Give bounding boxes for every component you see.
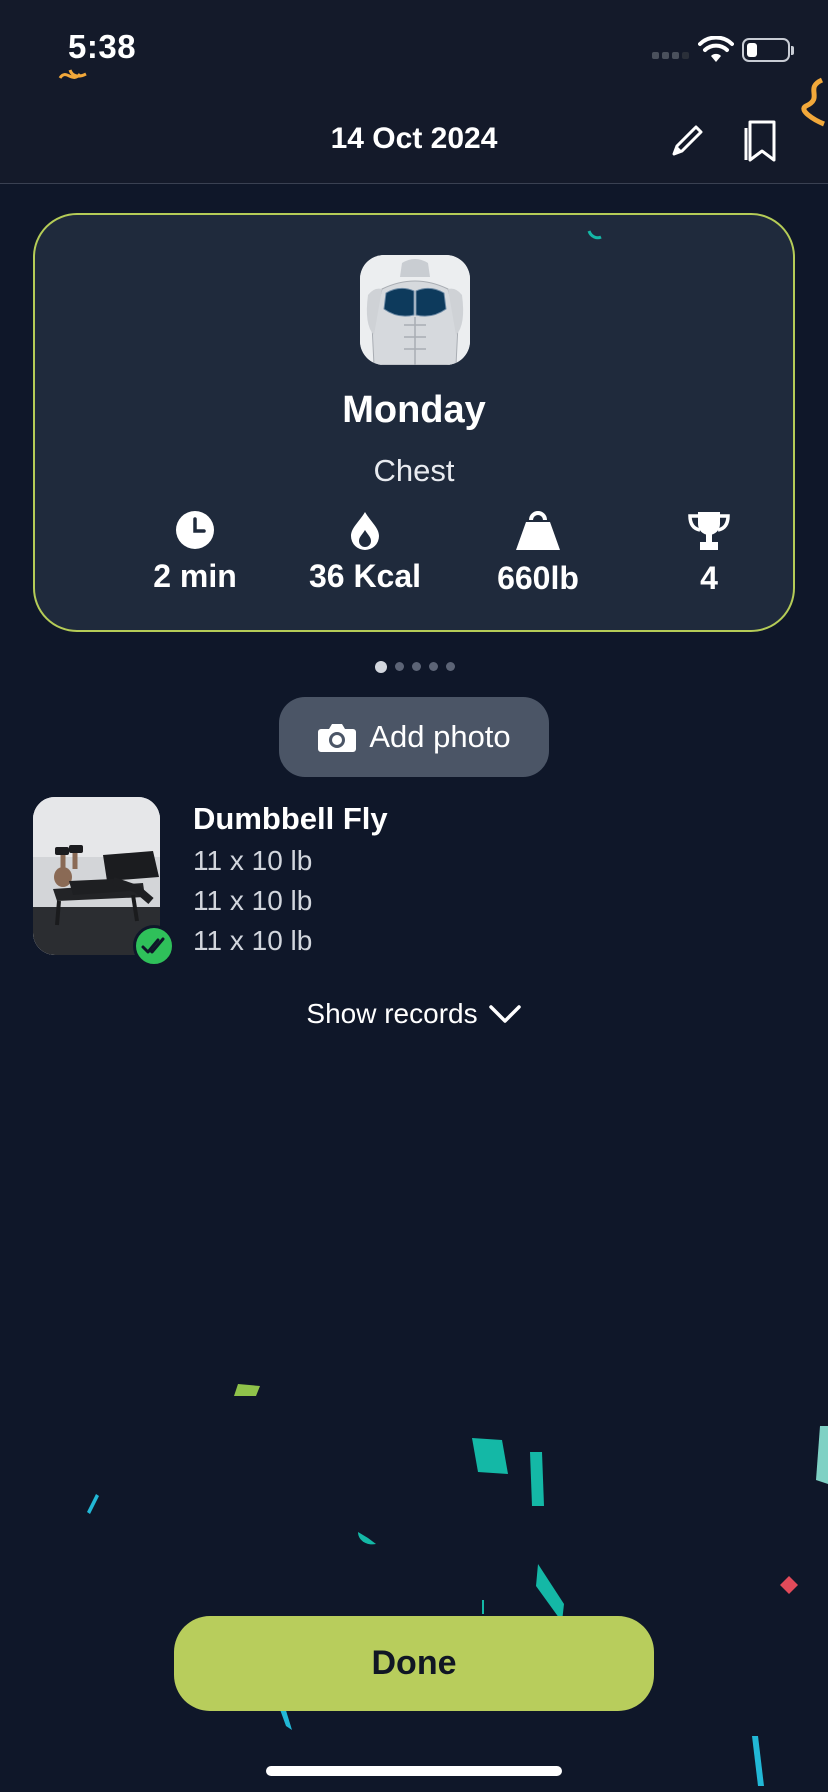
exercise-set: 11 x 10 lb [193, 885, 313, 916]
battery-icon [742, 38, 794, 62]
exercise-name: Dumbbell Fly [193, 801, 388, 836]
cellular-signal-icon [652, 52, 689, 59]
page-dot[interactable] [412, 662, 421, 671]
completed-check-icon [133, 925, 175, 967]
exercise-item[interactable]: Dumbbell Fly 11 x 10 lb 11 x 10 lb 11 x … [33, 797, 795, 967]
top-bar: 5:38 14 Oct 2024 [0, 0, 828, 184]
page-dot[interactable] [375, 661, 387, 673]
workout-summary-card: Monday Chest 2 min 36 Kcal 660lb 4 [33, 213, 795, 632]
confetti-piece [536, 1564, 564, 1622]
confetti-piece [780, 1576, 798, 1594]
confetti-piece [58, 69, 87, 79]
workout-stats: 2 min 36 Kcal 660lb 4 [105, 510, 745, 600]
page-dot[interactable] [429, 662, 438, 671]
stat-records-value: 4 [700, 560, 718, 596]
clock-icon [176, 511, 214, 549]
stat-duration-value: 2 min [153, 558, 237, 594]
exercise-set: 11 x 10 lb [193, 845, 313, 876]
stat-duration: 2 min [105, 510, 285, 595]
add-photo-label: Add photo [369, 719, 511, 754]
weight-icon [516, 511, 560, 550]
show-records-label: Show records [306, 998, 478, 1029]
page-dot[interactable] [446, 662, 455, 671]
confetti-piece [472, 1438, 508, 1474]
chest-muscle-image [360, 255, 470, 365]
add-photo-button[interactable]: Add photo [279, 697, 549, 777]
confetti-piece [801, 77, 825, 127]
confetti-piece [358, 1532, 376, 1545]
confetti-piece [530, 1452, 544, 1506]
camera-icon [318, 724, 357, 752]
page-dot[interactable] [395, 662, 404, 671]
confetti-piece [587, 230, 602, 240]
muscle-group-label: Chest [373, 453, 455, 488]
flame-icon [351, 512, 379, 550]
confetti-piece [816, 1426, 828, 1484]
exercise-set: 11 x 10 lb [193, 925, 313, 956]
bookmark-icon[interactable] [740, 118, 780, 164]
card-page-indicator[interactable] [375, 661, 455, 673]
show-records-button[interactable]: Show records [0, 998, 828, 1030]
confetti-piece [87, 1494, 99, 1514]
wifi-icon [698, 36, 734, 62]
stat-records: 4 [619, 510, 799, 597]
stat-calories-value: 36 Kcal [308, 558, 422, 594]
confetti-piece [234, 1384, 260, 1396]
stat-volume: 660lb [448, 510, 628, 597]
trophy-icon [688, 512, 730, 550]
stat-calories: 36 Kcal [275, 510, 455, 595]
chevron-down-icon [488, 1005, 521, 1023]
home-indicator[interactable] [266, 1766, 562, 1776]
confetti-piece [482, 1600, 484, 1614]
stat-volume-value: 660lb [497, 560, 579, 596]
status-time: 5:38 [68, 28, 137, 65]
workout-day-title: Monday [342, 389, 486, 431]
workout-summary-screen: 5:38 14 Oct 2024 Monday Chest 2 min 36 K… [0, 0, 828, 1792]
pencil-icon[interactable] [668, 120, 708, 160]
confetti-piece [752, 1736, 764, 1786]
done-button[interactable]: Done [174, 1616, 654, 1711]
